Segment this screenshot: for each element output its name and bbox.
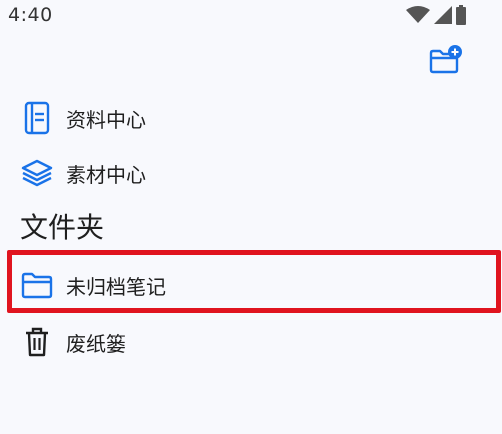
document-icon: [20, 101, 54, 135]
status-time: 4:40: [8, 4, 53, 26]
folder-icon: [20, 268, 54, 302]
nav-item-resource-center[interactable]: 资料中心: [0, 96, 502, 140]
folders-heading: 文件夹: [20, 211, 105, 244]
folder-item-trash[interactable]: 废纸篓: [0, 320, 502, 364]
folder-item-unarchived-notes[interactable]: 未归档笔记: [0, 263, 502, 307]
battery-icon: [456, 5, 466, 25]
folder-plus-icon: [428, 44, 464, 76]
wifi-icon: [406, 6, 430, 24]
layers-icon: [20, 156, 54, 190]
nav-item-label: 素材中心: [66, 162, 146, 187]
nav-item-label: 资料中心: [66, 107, 146, 132]
nav-item-material-center[interactable]: 素材中心: [0, 151, 502, 195]
status-bar: 4:40: [0, 0, 502, 34]
folder-item-label: 未归档笔记: [66, 274, 166, 299]
cell-signal-icon: [434, 6, 452, 24]
new-folder-button[interactable]: [428, 44, 464, 76]
folder-item-label: 废纸篓: [66, 331, 126, 356]
trash-icon: [20, 325, 54, 359]
status-icons: [406, 5, 466, 25]
